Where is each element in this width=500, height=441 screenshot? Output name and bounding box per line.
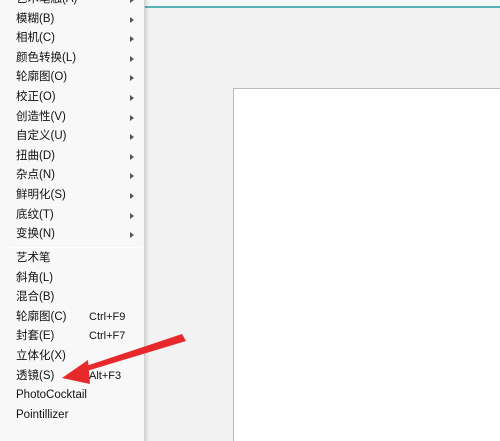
red-arrow-annotation-icon [62,334,186,384]
